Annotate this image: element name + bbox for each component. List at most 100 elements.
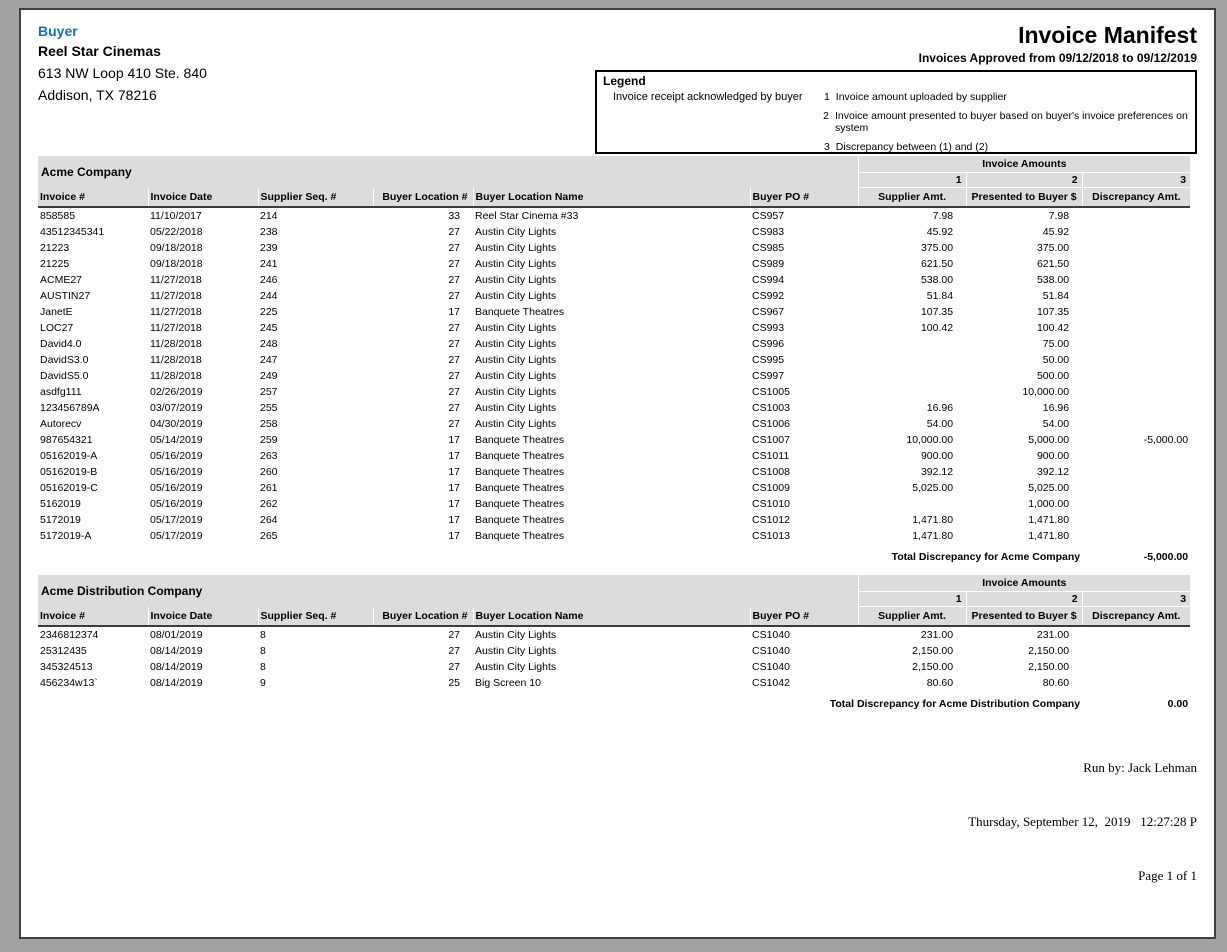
invoice-cell: 09/18/2018 — [148, 256, 258, 272]
legend-item-text: Invoice amount presented to buyer based … — [835, 110, 1189, 134]
invoice-cell: 27 — [373, 352, 473, 368]
legend-item: 3 Discrepancy between (1) and (2) — [821, 141, 1189, 153]
invoice-cell: DavidS3.0 — [38, 352, 148, 368]
invoice-cell: 27 — [373, 400, 473, 416]
invoice-cell: 7.98 — [858, 207, 966, 224]
invoice-row: asdfg11102/26/201925727Austin City Light… — [38, 384, 1190, 400]
invoice-cell: 5172019-A — [38, 528, 148, 544]
column-header: Presented to Buyer $ — [966, 607, 1082, 627]
invoice-row: 05162019-B05/16/201926017Banquete Theatr… — [38, 464, 1190, 480]
invoice-cell: 09/18/2018 — [148, 240, 258, 256]
invoice-cell — [1082, 528, 1190, 544]
invoice-cell: 05162019-A — [38, 448, 148, 464]
invoice-cell: 11/27/2018 — [148, 288, 258, 304]
invoice-cell: CS1013 — [750, 528, 858, 544]
invoice-cell: 100.42 — [858, 320, 966, 336]
invoice-cell: Banquete Theatres — [473, 512, 750, 528]
invoice-cell: Banquete Theatres — [473, 304, 750, 320]
invoice-cell: 05/17/2019 — [148, 528, 258, 544]
invoice-cell — [1082, 512, 1190, 528]
invoice-cell: Austin City Lights — [473, 288, 750, 304]
invoice-row: 05162019-A05/16/201926317Banquete Theatr… — [38, 448, 1190, 464]
invoice-cell: 27 — [373, 240, 473, 256]
invoice-cell: 258 — [258, 416, 373, 432]
invoice-cell: 08/14/2019 — [148, 659, 258, 675]
invoice-row: 5172019-A05/17/201926517Banquete Theatre… — [38, 528, 1190, 544]
invoice-cell: 264 — [258, 512, 373, 528]
invoice-cell: 27 — [373, 288, 473, 304]
total-discrepancy-value: -5,000.00 — [1082, 544, 1190, 565]
amount-col-number: 3 — [1082, 173, 1190, 188]
invoice-cell: 17 — [373, 496, 473, 512]
company-band-row: Acme Distribution Company Invoice Amount… — [38, 575, 1190, 592]
invoice-cell: JanetE — [38, 304, 148, 320]
invoice-cell — [1082, 256, 1190, 272]
invoice-cell: 375.00 — [858, 240, 966, 256]
invoice-cell: Banquete Theatres — [473, 480, 750, 496]
invoice-cell: 17 — [373, 448, 473, 464]
legend-body: Invoice receipt acknowledged by buyer 1 … — [603, 91, 1189, 160]
invoice-cell: 05/16/2019 — [148, 448, 258, 464]
buyer-address-line2: Addison, TX 78216 — [38, 87, 588, 103]
invoice-cell: 16.96 — [858, 400, 966, 416]
invoice-cell — [858, 352, 966, 368]
invoice-cell: CS1010 — [750, 496, 858, 512]
invoice-cell: 231.00 — [858, 626, 966, 643]
column-header: Buyer Location # — [373, 188, 473, 208]
page-title: Invoice Manifest — [595, 23, 1197, 47]
invoice-cell: CS1003 — [750, 400, 858, 416]
invoice-cell: 259 — [258, 432, 373, 448]
invoice-cell: CS989 — [750, 256, 858, 272]
invoice-cell: 987654321 — [38, 432, 148, 448]
column-header: Discrepancy Amt. — [1082, 188, 1190, 208]
invoice-row: DavidS3.011/28/201824727Austin City Ligh… — [38, 352, 1190, 368]
invoice-cell: 100.42 — [966, 320, 1082, 336]
invoice-cell — [858, 336, 966, 352]
invoice-cell: CS994 — [750, 272, 858, 288]
footer-datetime: Thursday, September 12, 2019 12:27:28 P — [968, 813, 1197, 831]
invoice-cell: 5172019 — [38, 512, 148, 528]
invoice-cell: Banquete Theatres — [473, 464, 750, 480]
invoice-cell: 538.00 — [966, 272, 1082, 288]
invoice-cell: 50.00 — [966, 352, 1082, 368]
legend-item-number: 2 — [821, 110, 829, 134]
invoice-cell — [858, 384, 966, 400]
total-discrepancy-label: Total Discrepancy for Acme Distribution … — [38, 691, 1082, 712]
column-header: Presented to Buyer $ — [966, 188, 1082, 208]
invoice-cell — [1082, 336, 1190, 352]
invoice-cell: 247 — [258, 352, 373, 368]
invoice-cell: 04/30/2019 — [148, 416, 258, 432]
invoice-cell: Austin City Lights — [473, 643, 750, 659]
invoice-cell: 27 — [373, 659, 473, 675]
invoice-cell — [1082, 272, 1190, 288]
invoice-cell — [1082, 675, 1190, 691]
invoice-cell: Banquete Theatres — [473, 496, 750, 512]
invoice-row: 85858511/10/201721433Reel Star Cinema #3… — [38, 207, 1190, 224]
amount-col-number: 3 — [1082, 592, 1190, 607]
invoice-cell: 255 — [258, 400, 373, 416]
invoice-cell: 05/16/2019 — [148, 480, 258, 496]
buyer-label: Buyer — [38, 23, 588, 39]
invoice-cell: 08/14/2019 — [148, 675, 258, 691]
invoice-cell: 621.50 — [858, 256, 966, 272]
invoice-cell — [1082, 352, 1190, 368]
invoice-cell: 214 — [258, 207, 373, 224]
invoice-cell — [1082, 448, 1190, 464]
invoice-cell: 858585 — [38, 207, 148, 224]
column-header: Invoice # — [38, 607, 148, 627]
invoice-cell: 2,150.00 — [966, 659, 1082, 675]
invoice-cell — [1082, 400, 1190, 416]
invoice-cell: 17 — [373, 432, 473, 448]
invoice-cell: Austin City Lights — [473, 352, 750, 368]
invoice-cell: 51.84 — [966, 288, 1082, 304]
invoice-cell: 10,000.00 — [858, 432, 966, 448]
buyer-address-line1: 613 NW Loop 410 Ste. 840 — [38, 65, 588, 81]
total-row: Total Discrepancy for Acme Company -5,00… — [38, 544, 1190, 565]
invoice-row: 2531243508/14/2019827Austin City LightsC… — [38, 643, 1190, 659]
invoice-cell — [1082, 626, 1190, 643]
invoice-cell: 17 — [373, 304, 473, 320]
invoice-cell: 249 — [258, 368, 373, 384]
invoice-cell: 11/27/2018 — [148, 320, 258, 336]
invoice-cell: 27 — [373, 643, 473, 659]
invoice-row: 456234w13`08/14/2019925Big Screen 10CS10… — [38, 675, 1190, 691]
